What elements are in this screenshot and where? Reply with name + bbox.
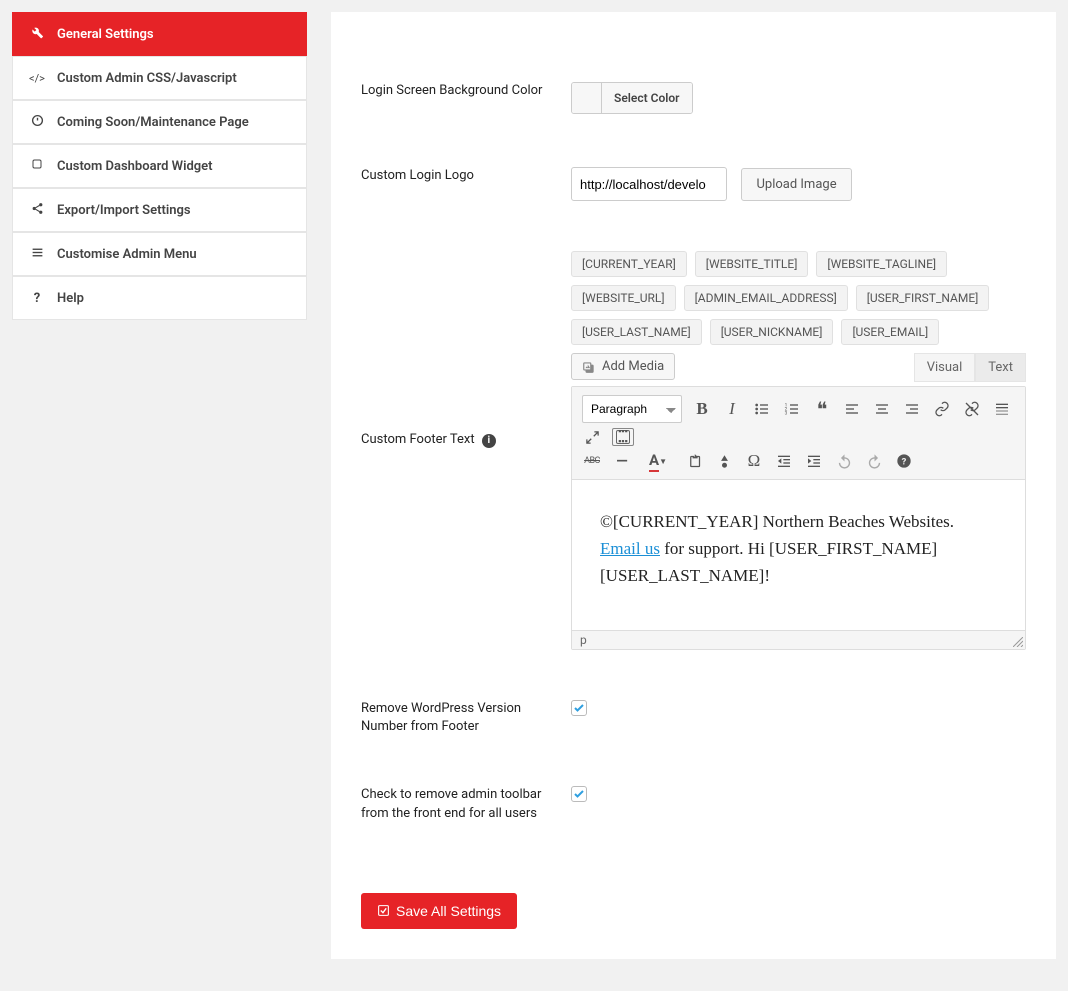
- power-icon: [29, 114, 45, 131]
- tag-user-nickname[interactable]: [USER_NICKNAME]: [710, 319, 834, 345]
- indent-button[interactable]: [804, 451, 824, 471]
- share-icon: [29, 202, 45, 219]
- custom-logo-label: Custom Login Logo: [361, 167, 571, 201]
- redo-button[interactable]: [864, 451, 884, 471]
- svg-text:3: 3: [785, 410, 788, 416]
- quote-button[interactable]: ❝: [812, 399, 832, 419]
- svg-text:?: ?: [902, 456, 907, 467]
- more-button[interactable]: [992, 399, 1012, 419]
- tag-website-url[interactable]: [WEBSITE_URL]: [571, 285, 676, 311]
- save-all-settings-button[interactable]: Save All Settings: [361, 893, 517, 929]
- editor-status-bar: p: [572, 630, 1025, 649]
- mode-text[interactable]: Text: [975, 353, 1026, 382]
- sidebar-item-label: Coming Soon/Maintenance Page: [57, 115, 249, 130]
- wysiwyg-editor: Paragraph B I 123 ❝: [571, 386, 1026, 650]
- custom-footer-label: Custom Footer Text i: [361, 251, 571, 650]
- fullscreen-button[interactable]: [582, 427, 602, 447]
- remove-version-label: Remove WordPress Version Number from Foo…: [361, 700, 571, 736]
- remove-toolbar-checkbox[interactable]: [571, 786, 587, 802]
- settings-panel: Login Screen Background Color Select Col…: [331, 12, 1056, 959]
- italic-button[interactable]: I: [722, 399, 742, 419]
- number-list-button[interactable]: 123: [782, 399, 802, 419]
- undo-button[interactable]: [834, 451, 854, 471]
- check-icon: [573, 702, 585, 714]
- check-square-icon: [377, 904, 390, 917]
- text-color-button[interactable]: A ▼: [642, 451, 674, 471]
- tag-user-first-name[interactable]: [USER_FIRST_NAME]: [856, 285, 990, 311]
- tag-user-email[interactable]: [USER_EMAIL]: [841, 319, 939, 345]
- outdent-button[interactable]: [774, 451, 794, 471]
- sidebar-item-export-import[interactable]: Export/Import Settings: [12, 188, 307, 232]
- upload-image-button[interactable]: Upload Image: [741, 168, 851, 201]
- tag-website-tagline[interactable]: [WEBSITE_TAGLINE]: [816, 251, 947, 277]
- sidebar-item-label: Custom Dashboard Widget: [57, 159, 213, 174]
- align-right-button[interactable]: [902, 399, 922, 419]
- sidebar-item-dashboard-widget[interactable]: Custom Dashboard Widget: [12, 144, 307, 188]
- sidebar-item-general-settings[interactable]: General Settings: [12, 12, 307, 56]
- login-bg-color-label: Login Screen Background Color: [361, 82, 571, 117]
- mode-visual[interactable]: Visual: [914, 353, 976, 382]
- add-media-button[interactable]: Add Media: [571, 353, 675, 380]
- custom-logo-input[interactable]: [571, 167, 727, 201]
- sidebar-item-help[interactable]: ? Help: [12, 276, 307, 320]
- menu-icon: [29, 246, 45, 263]
- paste-button[interactable]: [684, 451, 704, 471]
- tag-website-title[interactable]: [WEBSITE_TITLE]: [695, 251, 809, 277]
- code-icon: </>: [29, 72, 45, 85]
- sidebar-item-label: Customise Admin Menu: [57, 247, 197, 262]
- sidebar-item-coming-soon[interactable]: Coming Soon/Maintenance Page: [12, 100, 307, 144]
- hr-button[interactable]: —: [612, 451, 632, 471]
- special-char-button[interactable]: Ω: [744, 451, 764, 471]
- link-button[interactable]: [932, 399, 952, 419]
- wrench-icon: [29, 25, 45, 43]
- color-swatch: [572, 83, 602, 113]
- shortcode-tags: [CURRENT_YEAR] [WEBSITE_TITLE] [WEBSITE_…: [571, 251, 1026, 345]
- question-icon: ?: [29, 291, 45, 306]
- square-icon: [29, 158, 45, 174]
- info-icon[interactable]: i: [482, 434, 496, 448]
- resize-handle[interactable]: [1013, 637, 1023, 647]
- remove-version-checkbox[interactable]: [571, 700, 587, 716]
- sidebar-item-custom-css-js[interactable]: </> Custom Admin CSS/Javascript: [12, 56, 307, 100]
- sidebar-item-label: Help: [57, 291, 84, 306]
- email-us-link[interactable]: Email us: [600, 539, 660, 558]
- settings-sidebar: General Settings </> Custom Admin CSS/Ja…: [12, 12, 307, 959]
- bullet-list-button[interactable]: [752, 399, 772, 419]
- align-center-button[interactable]: [872, 399, 892, 419]
- select-color-label: Select Color: [602, 83, 692, 113]
- editor-mode-tabs: Visual Text: [914, 353, 1026, 382]
- toolbar-toggle-button[interactable]: ▪▪▪▪▪▪: [612, 428, 634, 446]
- tag-admin-email[interactable]: [ADMIN_EMAIL_ADDRESS]: [684, 285, 848, 311]
- strikethrough-button[interactable]: ABC: [582, 451, 602, 471]
- format-select[interactable]: Paragraph: [582, 395, 682, 423]
- media-icon: [582, 360, 596, 374]
- tag-user-last-name[interactable]: [USER_LAST_NAME]: [571, 319, 702, 345]
- clear-format-button[interactable]: [714, 451, 734, 471]
- color-picker[interactable]: Select Color: [571, 82, 693, 114]
- sidebar-item-label: Custom Admin CSS/Javascript: [57, 71, 237, 86]
- editor-content[interactable]: ©[CURRENT_YEAR] Northern Beaches Website…: [572, 480, 1025, 630]
- sidebar-item-label: General Settings: [57, 27, 154, 42]
- bold-button[interactable]: B: [692, 399, 712, 419]
- help-button[interactable]: ?: [894, 451, 914, 471]
- tag-current-year[interactable]: [CURRENT_YEAR]: [571, 251, 687, 277]
- align-left-button[interactable]: [842, 399, 862, 419]
- editor-toolbar: Paragraph B I 123 ❝: [572, 387, 1025, 480]
- sidebar-item-label: Export/Import Settings: [57, 203, 191, 218]
- sidebar-item-customise-menu[interactable]: Customise Admin Menu: [12, 232, 307, 276]
- check-icon: [573, 788, 585, 800]
- unlink-button[interactable]: [962, 399, 982, 419]
- remove-toolbar-label: Check to remove admin toolbar from the f…: [361, 786, 571, 822]
